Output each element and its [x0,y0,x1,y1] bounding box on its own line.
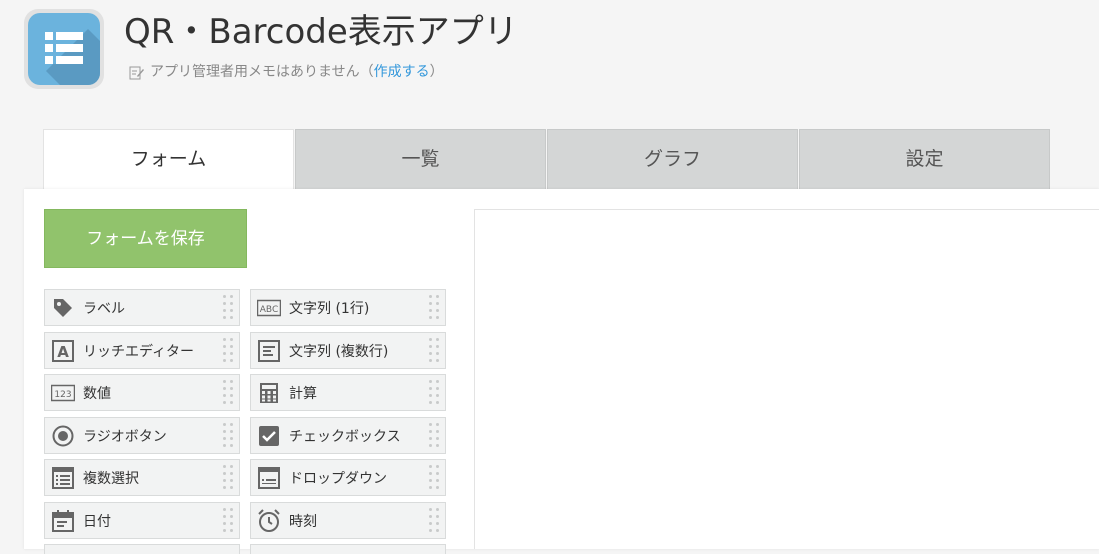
memo-text: アプリ管理者用メモはありません（ [150,64,374,80]
field-label[interactable]: ラベル [44,289,240,326]
drag-handle-icon[interactable] [221,294,235,322]
drag-handle-icon[interactable] [221,379,235,407]
field-label-text: ラジオボタン [83,428,167,445]
svg-text:A: A [57,343,69,361]
rich-text-icon: A [51,339,75,363]
create-memo-link[interactable]: 作成する [374,62,430,82]
drag-handle-icon[interactable] [221,464,235,492]
tag-icon [51,296,75,320]
drag-handle-icon[interactable] [427,507,441,535]
clock-icon [257,508,281,533]
field-single-line-text[interactable]: ABC 文字列 (1行) [250,289,446,326]
field-label-text: 時刻 [289,513,317,530]
field-radio-button[interactable]: ラジオボタン [44,417,240,454]
field-partial[interactable] [44,544,240,554]
checkbox-icon [257,424,281,448]
field-partial[interactable] [250,544,446,554]
tab-settings[interactable]: 設定 [799,129,1050,189]
field-dropdown[interactable]: ドロップダウン [250,459,446,496]
calculator-icon [257,381,281,405]
app-icon [24,9,104,89]
field-label-text: チェックボックス [289,428,401,445]
form-canvas[interactable] [474,209,1099,549]
drag-handle-icon[interactable] [221,422,235,450]
field-rich-editor[interactable]: A リッチエディター [44,332,240,369]
field-label-text: 数値 [83,385,111,402]
calendar-icon [51,509,75,533]
memo-close-paren: ） [429,64,444,80]
app-title: QR・Barcode表示アプリ [124,12,518,52]
field-checkbox[interactable]: チェックボックス [250,417,446,454]
number-123-icon: 123 [51,381,75,405]
field-label-text: 計算 [289,385,317,402]
save-form-button[interactable]: フォームを保存 [44,209,247,268]
tab-graph[interactable]: グラフ [547,129,798,189]
list-app-icon [45,29,100,85]
dropdown-icon [257,466,281,490]
svg-text:123: 123 [54,390,71,400]
admin-memo: アプリ管理者用メモはありません（ 作成する） [128,62,444,82]
drag-handle-icon[interactable] [221,337,235,365]
field-calculation[interactable]: 計算 [250,374,446,411]
field-label-text: 複数選択 [83,470,139,487]
form-editor-panel: フォームを保存 ラベル ABC 文字列 (1行) A リッチエディター 文字列 … [24,189,1099,554]
svg-text:ABC: ABC [260,305,278,315]
app-settings-tabs: フォーム 一覧 グラフ 設定 [43,129,1051,190]
multi-select-icon [51,466,75,490]
drag-handle-icon[interactable] [427,294,441,322]
drag-handle-icon[interactable] [427,379,441,407]
radio-icon [51,424,75,448]
field-label-text: ラベル [83,300,125,317]
tab-form[interactable]: フォーム [43,129,294,190]
field-label-text: ドロップダウン [289,470,387,487]
field-label-text: リッチエディター [83,343,195,360]
field-date[interactable]: 日付 [44,502,240,539]
field-multi-select[interactable]: 複数選択 [44,459,240,496]
multiline-text-icon [257,339,281,363]
memo-edit-icon [129,66,144,80]
drag-handle-icon[interactable] [427,337,441,365]
tab-list[interactable]: 一覧 [295,129,546,189]
field-number[interactable]: 123 数値 [44,374,240,411]
field-time[interactable]: 時刻 [250,502,446,539]
drag-handle-icon[interactable] [427,422,441,450]
field-label-text: 日付 [83,513,111,530]
drag-handle-icon[interactable] [427,464,441,492]
abc-icon: ABC [257,296,281,320]
drag-handle-icon[interactable] [221,507,235,535]
field-label-text: 文字列 (複数行) [289,343,389,360]
field-multi-line-text[interactable]: 文字列 (複数行) [250,332,446,369]
field-label-text: 文字列 (1行) [289,300,370,317]
